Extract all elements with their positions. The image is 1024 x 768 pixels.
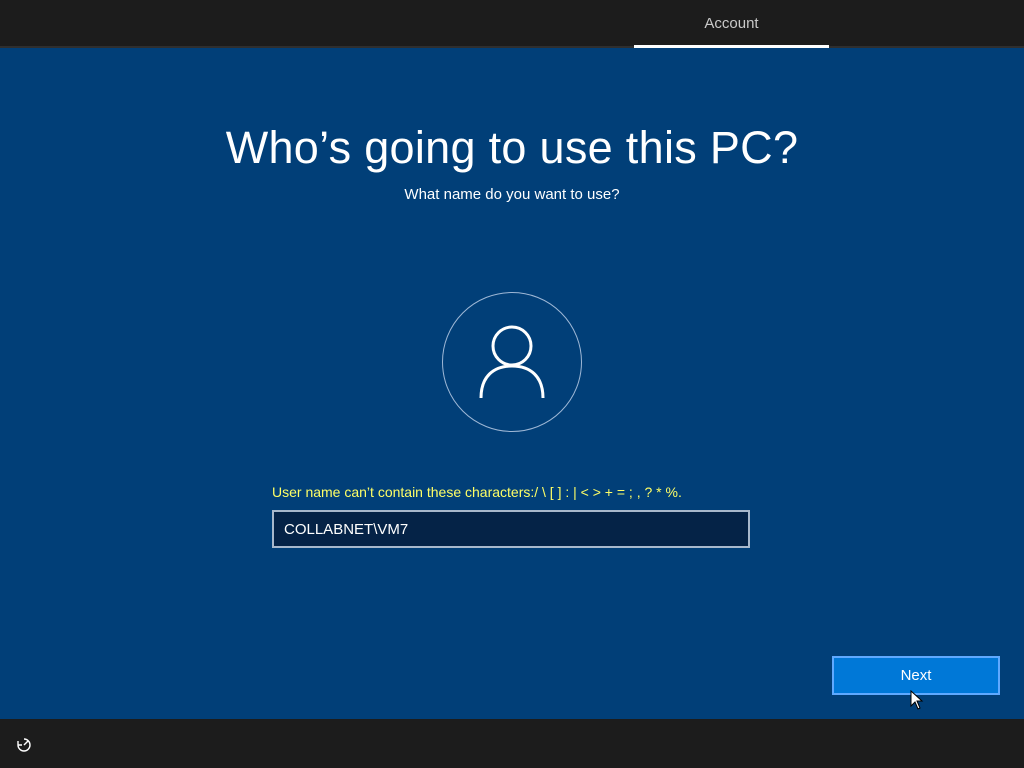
page-subtitle: What name do you want to use? xyxy=(404,186,620,203)
oobe-screen: Account Who’s going to use this PC? What… xyxy=(0,0,1024,768)
page-title: Who’s going to use this PC? xyxy=(225,122,799,173)
top-bar-divider xyxy=(0,46,1024,48)
username-error-message: User name can’t contain these characters… xyxy=(272,484,682,500)
ease-of-access-icon[interactable] xyxy=(14,735,34,755)
tab-account-underline xyxy=(634,45,829,48)
avatar xyxy=(442,292,582,432)
username-input[interactable]: COLLABNET\VM7 xyxy=(272,510,750,548)
user-icon xyxy=(479,325,545,399)
top-bar xyxy=(0,0,1024,46)
bottom-bar xyxy=(0,719,1024,768)
mouse-cursor-icon xyxy=(910,690,924,710)
tab-account: Account xyxy=(704,14,759,32)
